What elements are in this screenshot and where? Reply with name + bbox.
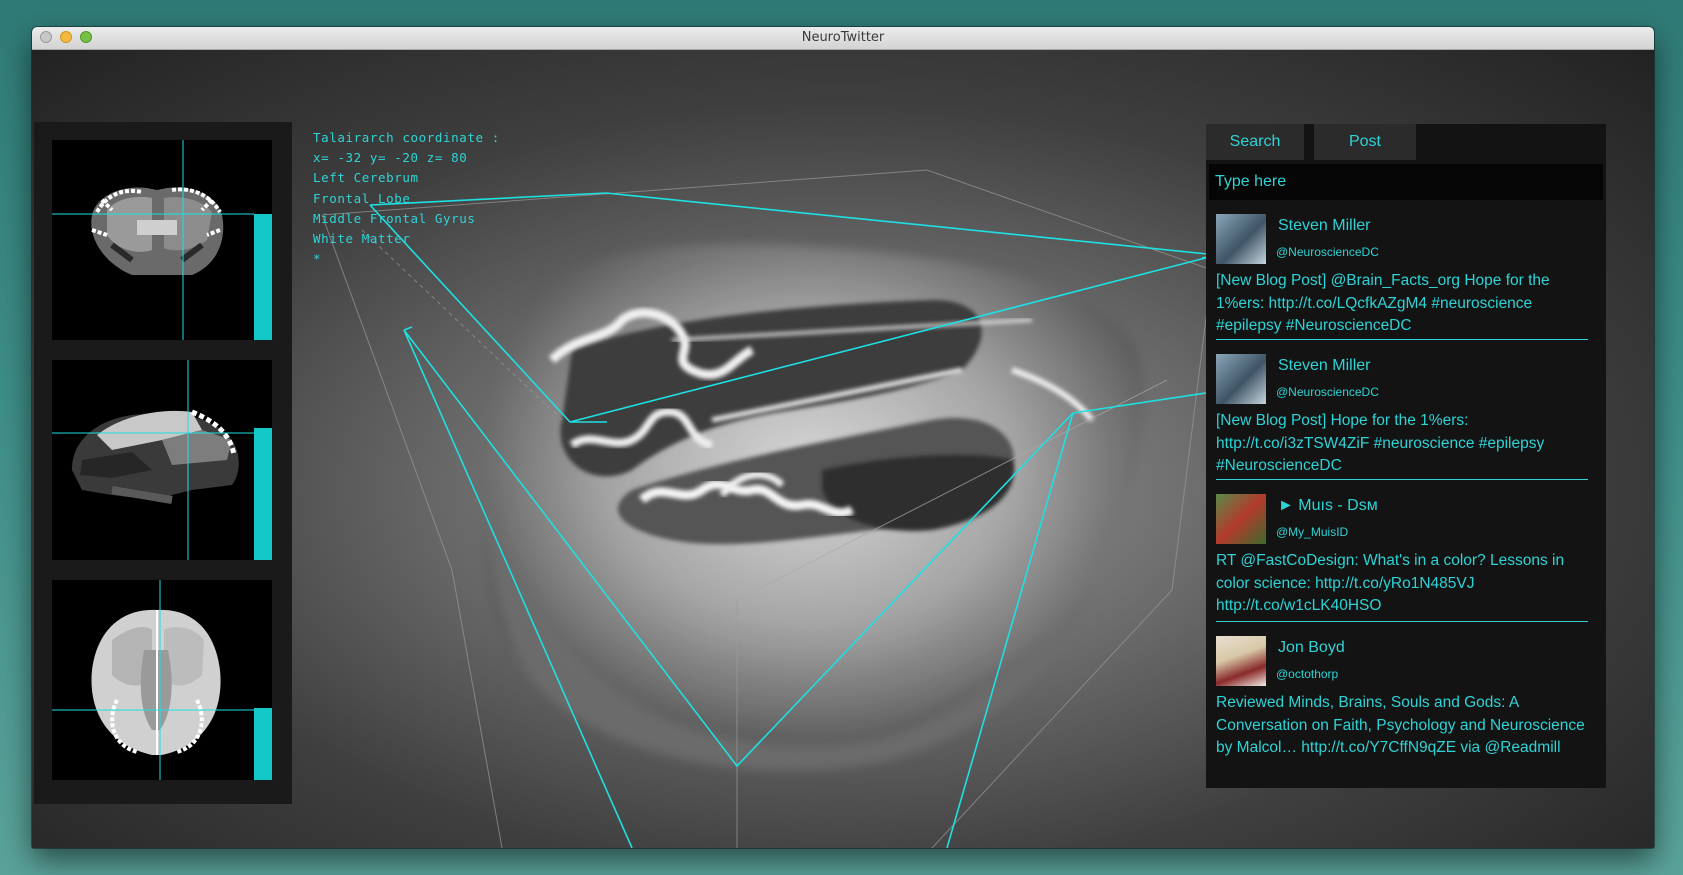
tweet-author-handle[interactable]: @octothorp: [1276, 667, 1338, 681]
tweet-feed[interactable]: Steven Miller @NeuroscienceDC [New Blog …: [1206, 206, 1606, 788]
tab-search[interactable]: Search: [1206, 124, 1304, 160]
title-bar: NeuroTwitter: [32, 27, 1654, 50]
search-input[interactable]: [1209, 164, 1603, 200]
twitter-tabs: Search Post: [1206, 124, 1416, 160]
slice-views-panel: [34, 122, 292, 804]
tweet-author-name[interactable]: ► Muıs - Dsм: [1278, 497, 1378, 515]
tweet-author-handle[interactable]: @NeuroscienceDC: [1276, 245, 1379, 259]
avatar[interactable]: [1216, 494, 1266, 544]
zoom-window-button[interactable]: [80, 31, 92, 43]
coronal-level-bar[interactable]: [254, 214, 272, 340]
minimize-window-button[interactable]: [60, 31, 72, 43]
gyrus-label: Middle Frontal Gyrus: [313, 210, 476, 226]
coordinate-values: x= -32 y= -20 z= 80: [313, 150, 468, 166]
tweet-author-name[interactable]: Steven Miller: [1278, 217, 1370, 235]
tweet-text: [New Blog Post] Hope for the 1%ers: http…: [1216, 412, 1545, 474]
tissue-label: White Matter: [313, 231, 411, 247]
marker-label: *: [313, 251, 322, 267]
coordinate-readout: Talairarch coordinate : x= -32 y= -20 z=…: [313, 128, 500, 269]
close-window-button[interactable]: [40, 31, 52, 43]
tab-post[interactable]: Post: [1314, 124, 1416, 160]
tweet-author-name[interactable]: Steven Miller: [1278, 357, 1370, 375]
coordinate-label: Talairarch coordinate :: [313, 130, 500, 145]
tweet-item[interactable]: Steven Miller @NeuroscienceDC [New Blog …: [1216, 354, 1588, 480]
twitter-panel: Search Post Steven Miller @NeuroscienceD…: [1206, 124, 1606, 788]
tweet-author-handle[interactable]: @NeuroscienceDC: [1276, 385, 1379, 399]
avatar[interactable]: [1216, 214, 1266, 264]
tweet-item[interactable]: Jon Boyd @octothorp Reviewed Minds, Brai…: [1216, 636, 1588, 788]
avatar[interactable]: [1216, 636, 1266, 686]
axial-slice-view[interactable]: [52, 580, 272, 780]
axial-level-bar[interactable]: [254, 708, 272, 780]
sagittal-slice-view[interactable]: [52, 360, 272, 560]
window-controls: [40, 31, 92, 43]
hemisphere-label: Left Cerebrum: [313, 170, 419, 186]
avatar[interactable]: [1216, 354, 1266, 404]
app-window: NeuroTwitter Talairarch coordinate: x= …: [32, 27, 1654, 848]
tweet-item[interactable]: ► Muıs - Dsм @My_MuisID RT @FastCoDesign…: [1216, 494, 1588, 622]
coronal-slice-view[interactable]: [52, 140, 272, 340]
tweet-text: Reviewed Minds, Brains, Souls and Gods: …: [1216, 694, 1585, 756]
tweet-author-handle[interactable]: @My_MuisID: [1276, 525, 1348, 539]
window-title: NeuroTwitter: [801, 30, 885, 45]
lobe-label: Frontal Lobe: [313, 190, 411, 206]
tweet-item[interactable]: Steven Miller @NeuroscienceDC [New Blog …: [1216, 214, 1588, 340]
tweet-text: [New Blog Post] @Brain_Facts_org Hope fo…: [1216, 272, 1550, 334]
tweet-author-name[interactable]: Jon Boyd: [1278, 639, 1345, 657]
sagittal-level-bar[interactable]: [254, 428, 272, 560]
brain-3d-viewport[interactable]: Talairarch coordinate : x= -32 y= -20 z=…: [32, 50, 1654, 848]
tweet-text: RT @FastCoDesign: What's in a color? Les…: [1216, 552, 1565, 614]
